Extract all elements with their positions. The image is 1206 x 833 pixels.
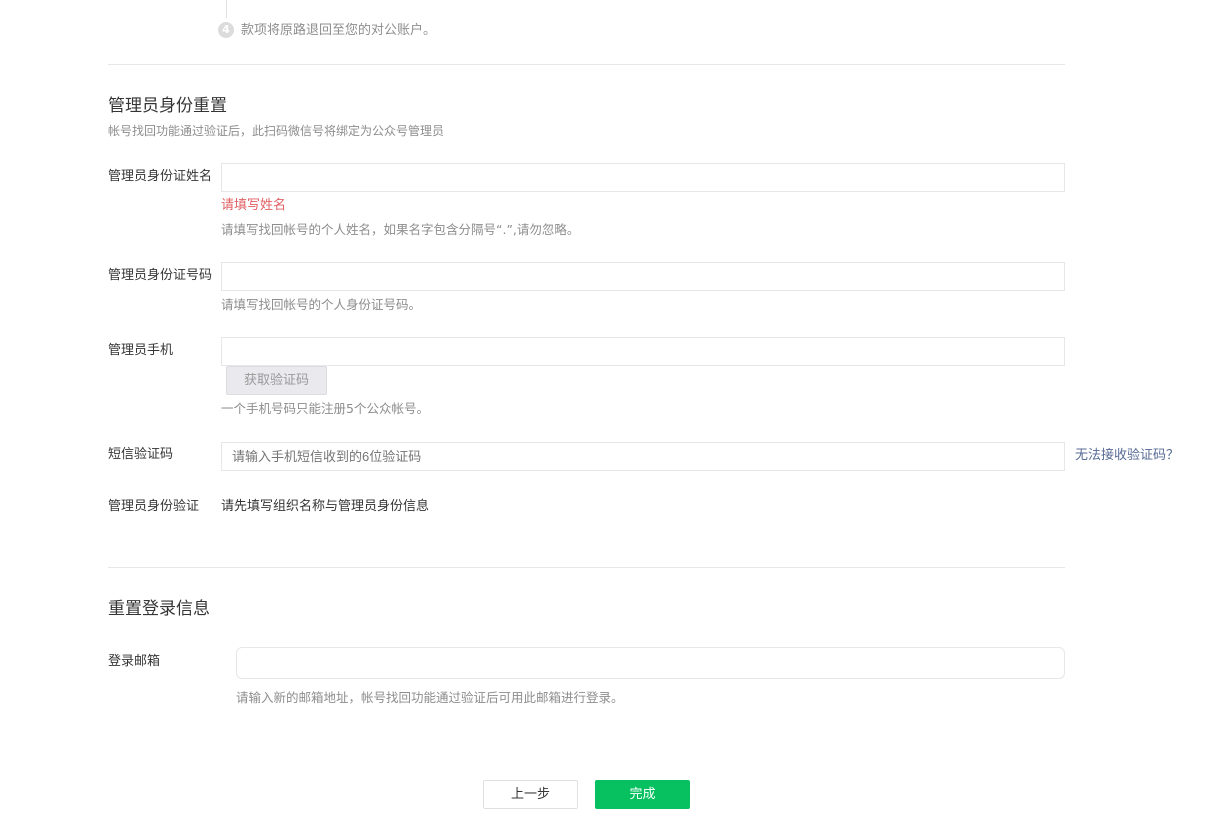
previous-step-button[interactable]: 上一步	[483, 780, 578, 809]
step-description: 款项将原路退回至您的对公账户。	[241, 23, 437, 38]
cannot-receive-code-link[interactable]: 无法接收验证码？	[1075, 447, 1179, 465]
login-reset-title: 重置登录信息	[108, 599, 210, 619]
step-number-badge: 4	[218, 22, 234, 38]
admin-verify-status: 请先填写组织名称与管理员身份信息	[221, 499, 430, 514]
login-email-input[interactable]	[236, 647, 1065, 679]
admin-name-error: 请填写姓名	[221, 198, 287, 213]
page: 4 款项将原路退回至您的对公账户。 管理员身份重置 帐号找回功能通过验证后，此扫…	[0, 0, 1206, 833]
admin-reset-subtitle: 帐号找回功能通过验证后，此扫码微信号将绑定为公众号管理员	[108, 124, 445, 138]
admin-verify-label: 管理员身份验证	[108, 499, 200, 514]
admin-id-hint: 请填写找回帐号的个人身份证号码。	[221, 297, 422, 312]
get-code-button[interactable]: 获取验证码	[226, 366, 327, 395]
login-email-hint: 请输入新的邮箱地址，帐号找回功能通过验证后可用此邮箱进行登录。	[236, 690, 624, 705]
section-divider	[108, 64, 1065, 65]
admin-id-input[interactable]	[221, 262, 1065, 291]
admin-phone-hint: 一个手机号码只能注册5个公众帐号。	[221, 401, 429, 416]
admin-name-input[interactable]	[221, 163, 1065, 192]
admin-name-label: 管理员身份证姓名	[108, 169, 213, 184]
login-email-label: 登录邮箱	[108, 654, 161, 669]
done-button[interactable]: 完成	[595, 780, 690, 809]
sms-code-input[interactable]	[221, 442, 1065, 471]
admin-reset-title: 管理员身份重置	[108, 96, 227, 116]
admin-phone-input[interactable]	[221, 337, 1065, 366]
section-divider	[108, 567, 1065, 568]
step-connector-line	[226, 0, 227, 18]
admin-id-label: 管理员身份证号码	[108, 268, 213, 283]
sms-code-label: 短信验证码	[108, 447, 174, 462]
admin-name-hint: 请填写找回帐号的个人姓名，如果名字包含分隔号“.”,请勿忽略。	[221, 222, 580, 237]
admin-phone-label: 管理员手机	[108, 343, 174, 358]
